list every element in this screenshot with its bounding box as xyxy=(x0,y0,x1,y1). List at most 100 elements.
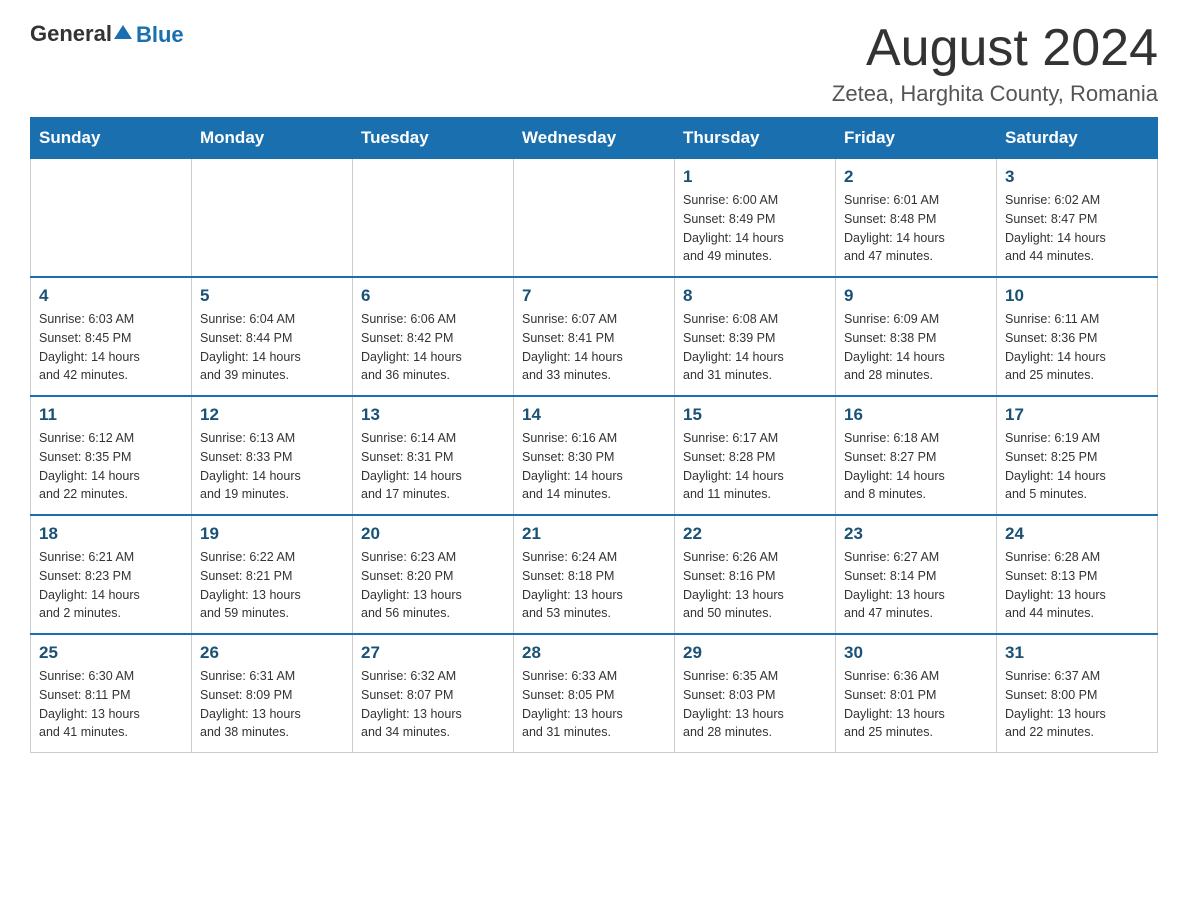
calendar-cell: 3 Sunrise: 6:02 AM Sunset: 8:47 PM Daylig… xyxy=(997,159,1158,278)
day-number: 28 xyxy=(522,643,666,663)
day-number: 6 xyxy=(361,286,505,306)
calendar-cell: 26 Sunrise: 6:31 AM Sunset: 8:09 PM Dayli… xyxy=(192,634,353,753)
day-info: Sunrise: 6:26 AM Sunset: 8:16 PM Dayligh… xyxy=(683,548,827,623)
day-number: 25 xyxy=(39,643,183,663)
calendar-cell: 2Sunrise: 6:01 AM Sunset: 8:48 PM Daylig… xyxy=(836,159,997,278)
weekday-header-row: SundayMondayTuesdayWednesdayThursdayFrid… xyxy=(31,118,1158,159)
day-number: 18 xyxy=(39,524,183,544)
day-number: 8 xyxy=(683,286,827,306)
calendar-cell: 8 Sunrise: 6:08 AM Sunset: 8:39 PM Daylig… xyxy=(675,277,836,396)
day-info: Sunrise: 6:02 AM Sunset: 8:47 PM Dayligh… xyxy=(1005,191,1149,266)
calendar-cell: 6 Sunrise: 6:06 AM Sunset: 8:42 PM Daylig… xyxy=(353,277,514,396)
calendar-cell: 30 Sunrise: 6:36 AM Sunset: 8:01 PM Dayli… xyxy=(836,634,997,753)
header: General Blue August 2024 Zetea, Harghita… xyxy=(30,20,1158,107)
calendar-cell: 22 Sunrise: 6:26 AM Sunset: 8:16 PM Dayli… xyxy=(675,515,836,634)
weekday-header-tuesday: Tuesday xyxy=(353,118,514,159)
day-number: 13 xyxy=(361,405,505,425)
day-info: Sunrise: 6:08 AM Sunset: 8:39 PM Dayligh… xyxy=(683,310,827,385)
calendar-cell: 28 Sunrise: 6:33 AM Sunset: 8:05 PM Dayli… xyxy=(514,634,675,753)
calendar-cell: 31Sunrise: 6:37 AM Sunset: 8:00 PM Dayli… xyxy=(997,634,1158,753)
day-info: Sunrise: 6:23 AM Sunset: 8:20 PM Dayligh… xyxy=(361,548,505,623)
day-info: Sunrise: 6:30 AM Sunset: 8:11 PM Dayligh… xyxy=(39,667,183,742)
calendar-cell: 9 Sunrise: 6:09 AM Sunset: 8:38 PM Daylig… xyxy=(836,277,997,396)
calendar-table: SundayMondayTuesdayWednesdayThursdayFrid… xyxy=(30,117,1158,753)
logo-triangle-icon xyxy=(114,23,132,46)
day-info: Sunrise: 6:35 AM Sunset: 8:03 PM Dayligh… xyxy=(683,667,827,742)
day-info: Sunrise: 6:32 AM Sunset: 8:07 PM Dayligh… xyxy=(361,667,505,742)
day-number: 31 xyxy=(1005,643,1149,663)
weekday-header-friday: Friday xyxy=(836,118,997,159)
weekday-header-thursday: Thursday xyxy=(675,118,836,159)
day-info: Sunrise: 6:21 AM Sunset: 8:23 PM Dayligh… xyxy=(39,548,183,623)
weekday-header-wednesday: Wednesday xyxy=(514,118,675,159)
day-info: Sunrise: 6:22 AM Sunset: 8:21 PM Dayligh… xyxy=(200,548,344,623)
day-info: Sunrise: 6:11 AM Sunset: 8:36 PM Dayligh… xyxy=(1005,310,1149,385)
day-number: 20 xyxy=(361,524,505,544)
calendar-cell: 12Sunrise: 6:13 AM Sunset: 8:33 PM Dayli… xyxy=(192,396,353,515)
calendar-cell: 27 Sunrise: 6:32 AM Sunset: 8:07 PM Dayli… xyxy=(353,634,514,753)
logo-general-text: General xyxy=(30,21,112,47)
day-number: 12 xyxy=(200,405,344,425)
day-number: 2 xyxy=(844,167,988,187)
logo: General Blue xyxy=(30,20,184,48)
day-number: 10 xyxy=(1005,286,1149,306)
day-info: Sunrise: 6:07 AM Sunset: 8:41 PM Dayligh… xyxy=(522,310,666,385)
day-number: 4 xyxy=(39,286,183,306)
day-info: Sunrise: 6:24 AM Sunset: 8:18 PM Dayligh… xyxy=(522,548,666,623)
calendar-cell: 13 Sunrise: 6:14 AM Sunset: 8:31 PM Dayli… xyxy=(353,396,514,515)
day-number: 17 xyxy=(1005,405,1149,425)
day-info: Sunrise: 6:19 AM Sunset: 8:25 PM Dayligh… xyxy=(1005,429,1149,504)
day-info: Sunrise: 6:33 AM Sunset: 8:05 PM Dayligh… xyxy=(522,667,666,742)
day-info: Sunrise: 6:31 AM Sunset: 8:09 PM Dayligh… xyxy=(200,667,344,742)
day-info: Sunrise: 6:36 AM Sunset: 8:01 PM Dayligh… xyxy=(844,667,988,742)
calendar-cell: 10 Sunrise: 6:11 AM Sunset: 8:36 PM Dayli… xyxy=(997,277,1158,396)
calendar-week-row: 25 Sunrise: 6:30 AM Sunset: 8:11 PM Dayli… xyxy=(31,634,1158,753)
calendar-cell: 19 Sunrise: 6:22 AM Sunset: 8:21 PM Dayli… xyxy=(192,515,353,634)
day-number: 26 xyxy=(200,643,344,663)
calendar-week-row: 1 Sunrise: 6:00 AM Sunset: 8:49 PM Daylig… xyxy=(31,159,1158,278)
day-info: Sunrise: 6:14 AM Sunset: 8:31 PM Dayligh… xyxy=(361,429,505,504)
calendar-cell: 5 Sunrise: 6:04 AM Sunset: 8:44 PM Daylig… xyxy=(192,277,353,396)
weekday-header-sunday: Sunday xyxy=(31,118,192,159)
calendar-week-row: 4Sunrise: 6:03 AM Sunset: 8:45 PM Daylig… xyxy=(31,277,1158,396)
weekday-header-saturday: Saturday xyxy=(997,118,1158,159)
calendar-cell: 20 Sunrise: 6:23 AM Sunset: 8:20 PM Dayli… xyxy=(353,515,514,634)
day-number: 21 xyxy=(522,524,666,544)
day-number: 3 xyxy=(1005,167,1149,187)
day-info: Sunrise: 6:00 AM Sunset: 8:49 PM Dayligh… xyxy=(683,191,827,266)
day-number: 1 xyxy=(683,167,827,187)
calendar-cell: 18 Sunrise: 6:21 AM Sunset: 8:23 PM Dayli… xyxy=(31,515,192,634)
calendar-cell xyxy=(514,159,675,278)
calendar-cell xyxy=(31,159,192,278)
day-number: 27 xyxy=(361,643,505,663)
day-number: 23 xyxy=(844,524,988,544)
day-number: 22 xyxy=(683,524,827,544)
day-info: Sunrise: 6:09 AM Sunset: 8:38 PM Dayligh… xyxy=(844,310,988,385)
calendar-cell: 23 Sunrise: 6:27 AM Sunset: 8:14 PM Dayli… xyxy=(836,515,997,634)
day-number: 16 xyxy=(844,405,988,425)
calendar-cell xyxy=(192,159,353,278)
day-info: Sunrise: 6:28 AM Sunset: 8:13 PM Dayligh… xyxy=(1005,548,1149,623)
day-number: 7 xyxy=(522,286,666,306)
day-number: 30 xyxy=(844,643,988,663)
calendar-cell: 16Sunrise: 6:18 AM Sunset: 8:27 PM Dayli… xyxy=(836,396,997,515)
calendar-cell: 17 Sunrise: 6:19 AM Sunset: 8:25 PM Dayli… xyxy=(997,396,1158,515)
weekday-header-monday: Monday xyxy=(192,118,353,159)
calendar-cell xyxy=(353,159,514,278)
day-number: 14 xyxy=(522,405,666,425)
logo-blue-text: Blue xyxy=(136,22,184,47)
day-number: 9 xyxy=(844,286,988,306)
day-info: Sunrise: 6:04 AM Sunset: 8:44 PM Dayligh… xyxy=(200,310,344,385)
day-info: Sunrise: 6:12 AM Sunset: 8:35 PM Dayligh… xyxy=(39,429,183,504)
day-number: 19 xyxy=(200,524,344,544)
calendar-cell: 21 Sunrise: 6:24 AM Sunset: 8:18 PM Dayli… xyxy=(514,515,675,634)
calendar-cell: 15Sunrise: 6:17 AM Sunset: 8:28 PM Dayli… xyxy=(675,396,836,515)
day-number: 29 xyxy=(683,643,827,663)
day-info: Sunrise: 6:16 AM Sunset: 8:30 PM Dayligh… xyxy=(522,429,666,504)
day-info: Sunrise: 6:27 AM Sunset: 8:14 PM Dayligh… xyxy=(844,548,988,623)
month-title: August 2024 xyxy=(832,20,1158,77)
calendar-cell: 1 Sunrise: 6:00 AM Sunset: 8:49 PM Daylig… xyxy=(675,159,836,278)
day-number: 5 xyxy=(200,286,344,306)
day-info: Sunrise: 6:06 AM Sunset: 8:42 PM Dayligh… xyxy=(361,310,505,385)
day-info: Sunrise: 6:17 AM Sunset: 8:28 PM Dayligh… xyxy=(683,429,827,504)
